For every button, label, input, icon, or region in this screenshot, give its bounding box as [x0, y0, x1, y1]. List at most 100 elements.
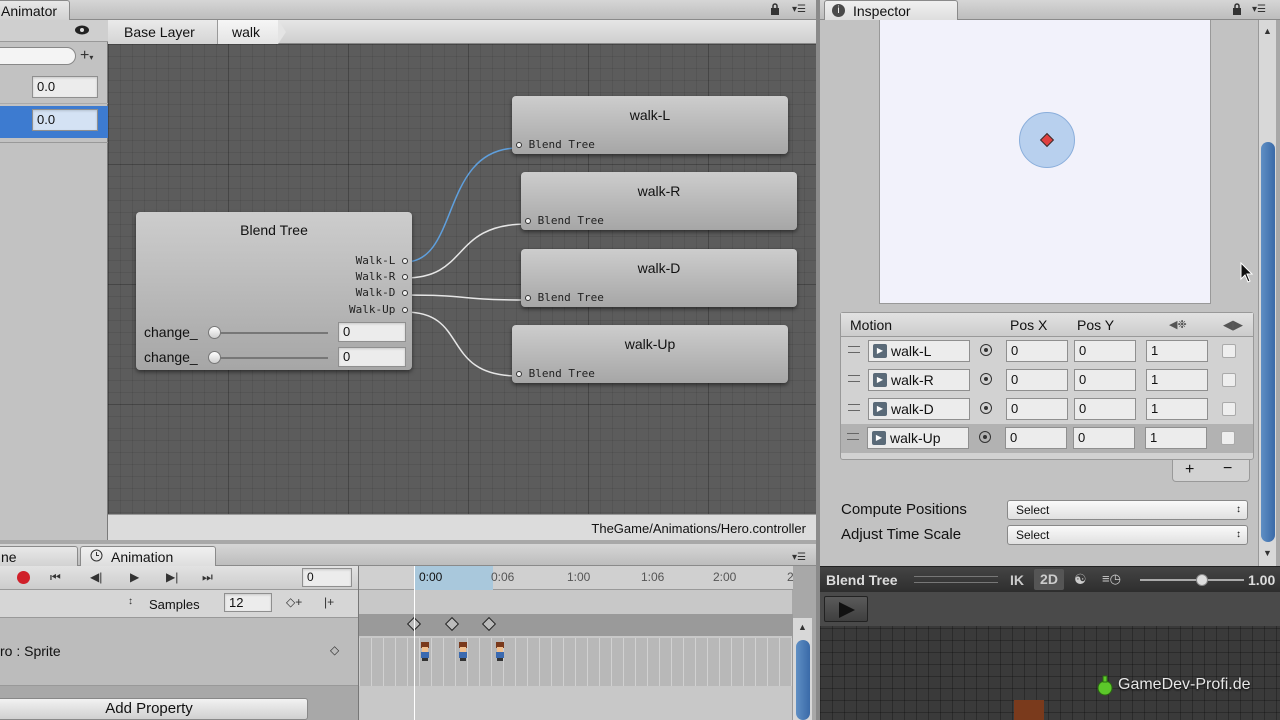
speed-field[interactable]: 1	[1146, 398, 1208, 420]
object-picker-icon[interactable]	[980, 344, 992, 356]
keyframe-icon[interactable]	[444, 616, 460, 632]
param-slider-track[interactable]	[212, 357, 328, 359]
menu-icon[interactable]: ▾☰	[792, 552, 808, 564]
blend-graph-2d[interactable]	[879, 20, 1211, 304]
inspector-scrollbar[interactable]: ▲ ▼	[1258, 20, 1276, 566]
ik-toggle[interactable]: IK	[1010, 572, 1024, 588]
add-event-icon[interactable]: |+	[324, 595, 334, 609]
tab-left-partial[interactable]: ne	[0, 546, 78, 566]
pivot-icon[interactable]: ☯	[1074, 571, 1087, 588]
output-label: Walk-L	[355, 254, 396, 267]
preview-play-button[interactable]	[824, 596, 868, 622]
mirror-checkbox[interactable]	[1222, 344, 1236, 358]
property-row[interactable]: ro : Sprite ◇	[0, 618, 358, 686]
drag-handle-icon[interactable]	[847, 433, 859, 440]
preview-speed-slider[interactable]	[1140, 579, 1244, 581]
first-key-icon[interactable]: ⏮	[50, 570, 72, 586]
samples-field[interactable]: 12	[224, 593, 272, 612]
next-key-icon[interactable]: ▶︎|	[166, 570, 184, 586]
compute-positions-select[interactable]: Select	[1007, 500, 1248, 520]
preview-timeline[interactable]	[820, 592, 1280, 626]
sprite-thumb-icon[interactable]	[419, 642, 431, 662]
drag-handle-icon[interactable]	[848, 404, 860, 411]
speed-field[interactable]: 1	[1145, 427, 1207, 449]
scroll-thumb[interactable]	[796, 640, 810, 720]
motion-clip-field[interactable]: ▶ walk-Up	[867, 427, 969, 449]
scroll-thumb[interactable]	[1261, 142, 1275, 542]
output-port-walk-up[interactable]: Walk-Up	[349, 303, 408, 316]
pos-y-field[interactable]: 0	[1074, 398, 1136, 420]
add-keyframe-icon[interactable]: ◇+	[286, 595, 302, 609]
output-port-walk-d[interactable]: Walk-D	[356, 286, 408, 299]
motion-clip-field[interactable]: ▶ walk-R	[868, 369, 970, 391]
object-picker-icon[interactable]	[980, 402, 992, 414]
motion-node-walk-d[interactable]: walk-D Blend Tree	[521, 249, 797, 307]
add-property-button[interactable]: Add Property	[0, 698, 308, 720]
dopesheet[interactable]: 0:00 0:06 1:00 1:06 2:00 2	[358, 566, 794, 720]
input-port[interactable]: Blend Tree	[525, 214, 604, 227]
speed-field[interactable]: 1	[1146, 340, 1208, 362]
scroll-up-icon[interactable]: ▲	[1263, 26, 1272, 36]
playhead[interactable]	[414, 566, 415, 720]
add-motion-button[interactable]: +	[1185, 461, 1194, 479]
pos-y-field[interactable]: 0	[1074, 340, 1136, 362]
motion-clip-field[interactable]: ▶ walk-L	[868, 340, 970, 362]
preview-drag-handle[interactable]	[914, 576, 998, 583]
play-icon[interactable]: ▶︎	[130, 570, 146, 586]
preview-speed-thumb[interactable]	[1196, 574, 1209, 586]
clip-dropdown-icon[interactable]: ↕	[128, 596, 133, 607]
param-slider-thumb[interactable]	[208, 326, 221, 339]
pos-x-field[interactable]: 0	[1005, 427, 1067, 449]
param-slider-track[interactable]	[212, 332, 328, 334]
object-picker-icon[interactable]	[979, 431, 991, 443]
speed-field[interactable]: 1	[1146, 369, 1208, 391]
time-ruler[interactable]: 0:00 0:06 1:00 1:06 2:00 2	[359, 566, 794, 590]
pos-y-field[interactable]: 0	[1074, 369, 1136, 391]
scroll-down-icon[interactable]: ▼	[1263, 548, 1272, 558]
record-icon[interactable]	[17, 571, 30, 584]
preview-area[interactable]: GameDev-Profi.de	[820, 592, 1280, 720]
2d-toggle[interactable]: 2D	[1034, 569, 1064, 590]
object-picker-icon[interactable]	[980, 373, 992, 385]
param-value-field[interactable]: 0	[338, 322, 406, 342]
output-port-walk-r[interactable]: Walk-R	[356, 270, 408, 283]
prev-key-icon[interactable]: ◀︎|	[90, 570, 108, 586]
motion-node-walk-r[interactable]: walk-R Blend Tree	[521, 172, 797, 230]
motion-node-walk-up[interactable]: walk-Up Blend Tree	[512, 325, 788, 383]
motion-row[interactable]: ▶ walk-D 0 0 1	[842, 395, 1252, 424]
param-slider-thumb[interactable]	[208, 351, 221, 364]
motion-node-walk-l[interactable]: walk-L Blend Tree	[512, 96, 788, 154]
pos-x-field[interactable]: 0	[1006, 369, 1068, 391]
output-port-walk-l[interactable]: Walk-L	[356, 254, 408, 267]
mirror-checkbox[interactable]	[1222, 402, 1236, 416]
input-port[interactable]: Blend Tree	[516, 367, 595, 380]
motion-clip-field[interactable]: ▶ walk-D	[868, 398, 970, 420]
sprite-thumb-icon[interactable]	[457, 642, 469, 662]
param-value-field[interactable]: 0	[338, 347, 406, 367]
keyframe-icon[interactable]	[481, 616, 497, 632]
property-key-icon[interactable]: ◇	[330, 643, 339, 657]
menu-icon[interactable]: ▾☰	[1252, 4, 1268, 16]
motion-row-selected[interactable]: ▶ walk-Up 0 0 1	[841, 424, 1253, 453]
lock-icon[interactable]	[1232, 3, 1242, 15]
remove-motion-button[interactable]: −	[1223, 460, 1232, 478]
animation-clip-icon: ▶	[873, 373, 887, 387]
last-key-icon[interactable]: ⏭	[202, 570, 224, 586]
pos-x-field[interactable]: 0	[1006, 340, 1068, 362]
frame-field[interactable]: 0	[302, 568, 352, 587]
adjust-time-scale-select[interactable]: Select	[1007, 525, 1248, 545]
pos-y-field[interactable]: 0	[1073, 427, 1135, 449]
drag-handle-icon[interactable]	[848, 375, 860, 382]
mirror-checkbox[interactable]	[1221, 431, 1235, 445]
dopesheet-scrollbar[interactable]: ▲	[792, 618, 812, 720]
scroll-up-icon[interactable]: ▲	[798, 622, 807, 632]
motion-row[interactable]: ▶ walk-L 0 0 1	[842, 337, 1252, 366]
sprite-thumb-icon[interactable]	[494, 642, 506, 662]
input-port[interactable]: Blend Tree	[516, 138, 595, 151]
input-port[interactable]: Blend Tree	[525, 291, 604, 304]
drag-handle-icon[interactable]	[848, 346, 860, 353]
motion-row[interactable]: ▶ walk-R 0 0 1	[842, 366, 1252, 395]
mirror-checkbox[interactable]	[1222, 373, 1236, 387]
blend-tree-node[interactable]: Blend Tree Walk-L Walk-R Walk-D Walk-Up …	[136, 212, 412, 370]
pos-x-field[interactable]: 0	[1006, 398, 1068, 420]
